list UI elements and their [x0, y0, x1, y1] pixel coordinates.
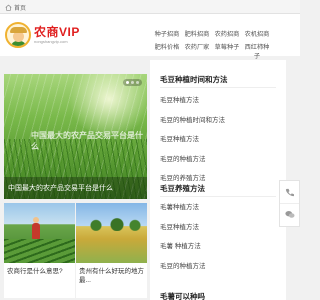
list-item[interactable]: 毛豆种植方法	[160, 130, 280, 150]
list-item[interactable]: 毛豆的种植时间和方法	[160, 111, 280, 131]
section-title[interactable]: 毛豆养殖方法	[160, 183, 205, 194]
section-title[interactable]: 毛豆种植时间和方法	[160, 74, 228, 85]
phone-button[interactable]	[280, 181, 299, 203]
pagination-dot[interactable]	[131, 81, 134, 84]
banner-pagination	[123, 79, 142, 86]
logo-title: 农商VIP	[34, 25, 80, 39]
nav-item[interactable]: 农药厂家	[182, 42, 212, 55]
list-item[interactable]: 毛豆的种植方法	[160, 257, 280, 277]
home-label: 首页	[14, 6, 27, 12]
section-title[interactable]: 毛薯可以种吗	[160, 291, 205, 300]
list-item[interactable]: 毛薯 种植方法	[160, 237, 280, 257]
top-bar: 首页	[0, 0, 300, 14]
nav-item[interactable]: 肥料招商	[182, 29, 212, 42]
list-item[interactable]: 毛薯种植方法	[160, 198, 280, 218]
list-item[interactable]: 毛豆种植方法	[160, 218, 280, 238]
nav-item[interactable]: 农机招商	[242, 29, 272, 42]
section-divider	[160, 196, 276, 197]
nav-item[interactable]: 草莓种子	[212, 42, 242, 55]
main-nav: 种子招商 肥料招商 农药招商 农机招商 肥料价格 农药厂家 草莓种子 西红柿种子	[152, 29, 272, 60]
article-list: 毛薯种植方法 毛豆种植方法 毛薯 种植方法 毛豆的种植方法	[160, 198, 280, 276]
home-link[interactable]: 首页	[5, 3, 26, 12]
featured-banner[interactable]: 中国最大的农产品交易平台是什么 中国最大的农产品交易平台是什么	[4, 74, 147, 199]
nav-item[interactable]: 西红柿种子	[242, 42, 272, 60]
related-lists: 毛豆种植时间和方法 毛豆种植方法 毛豆的种植时间和方法 毛豆种植方法 毛豆的种植…	[150, 60, 286, 300]
card-title[interactable]: 贵州有什么好玩的地方最...	[76, 263, 147, 289]
banner-caption[interactable]: 中国最大的农产品交易平台是什么	[4, 177, 147, 199]
logo-subtitle: nongshangvip.com	[34, 39, 68, 44]
wechat-icon	[284, 211, 294, 218]
pagination-dot[interactable]	[136, 81, 139, 84]
nav-item[interactable]: 肥料价格	[152, 42, 182, 55]
article-list: 毛豆种植方法 毛豆的种植时间和方法 毛豆种植方法 毛豆的种植方法 毛豆的养殖方法	[160, 91, 280, 189]
site-logo[interactable]: 农商VIP nongshangvip.com	[5, 19, 80, 51]
countryside-landscape-image	[76, 203, 147, 263]
wechat-button[interactable]	[280, 203, 299, 225]
phone-icon	[285, 188, 294, 196]
nav-row: 肥料价格 农药厂家 草莓种子 西红柿种子	[152, 42, 272, 60]
article-card[interactable]: 农商行是什么意思?	[4, 203, 75, 298]
floating-contact-bar	[279, 180, 300, 227]
banner-watermark-text: 中国最大的农产品交易平台是什么	[31, 131, 143, 151]
nav-item[interactable]: 农药招商	[212, 29, 242, 42]
logo-mascot-icon	[5, 22, 31, 48]
pagination-dot[interactable]	[126, 81, 129, 84]
article-card[interactable]: 贵州有什么好玩的地方最...	[76, 203, 147, 298]
home-icon	[5, 4, 12, 11]
nav-item[interactable]: 种子招商	[152, 29, 182, 42]
list-item[interactable]: 毛豆种植方法	[160, 91, 280, 111]
list-item[interactable]: 毛豆的种植方法	[160, 150, 280, 170]
nav-row: 种子招商 肥料招商 农药招商 农机招商	[152, 29, 272, 42]
logo-text: 农商VIP nongshangvip.com	[34, 26, 80, 44]
card-title[interactable]: 农商行是什么意思?	[4, 263, 75, 280]
section-divider	[160, 87, 276, 88]
farmer-field-image	[4, 203, 75, 263]
site-header: 农商VIP nongshangvip.com 种子招商 肥料招商 农药招商 农机…	[0, 14, 300, 60]
